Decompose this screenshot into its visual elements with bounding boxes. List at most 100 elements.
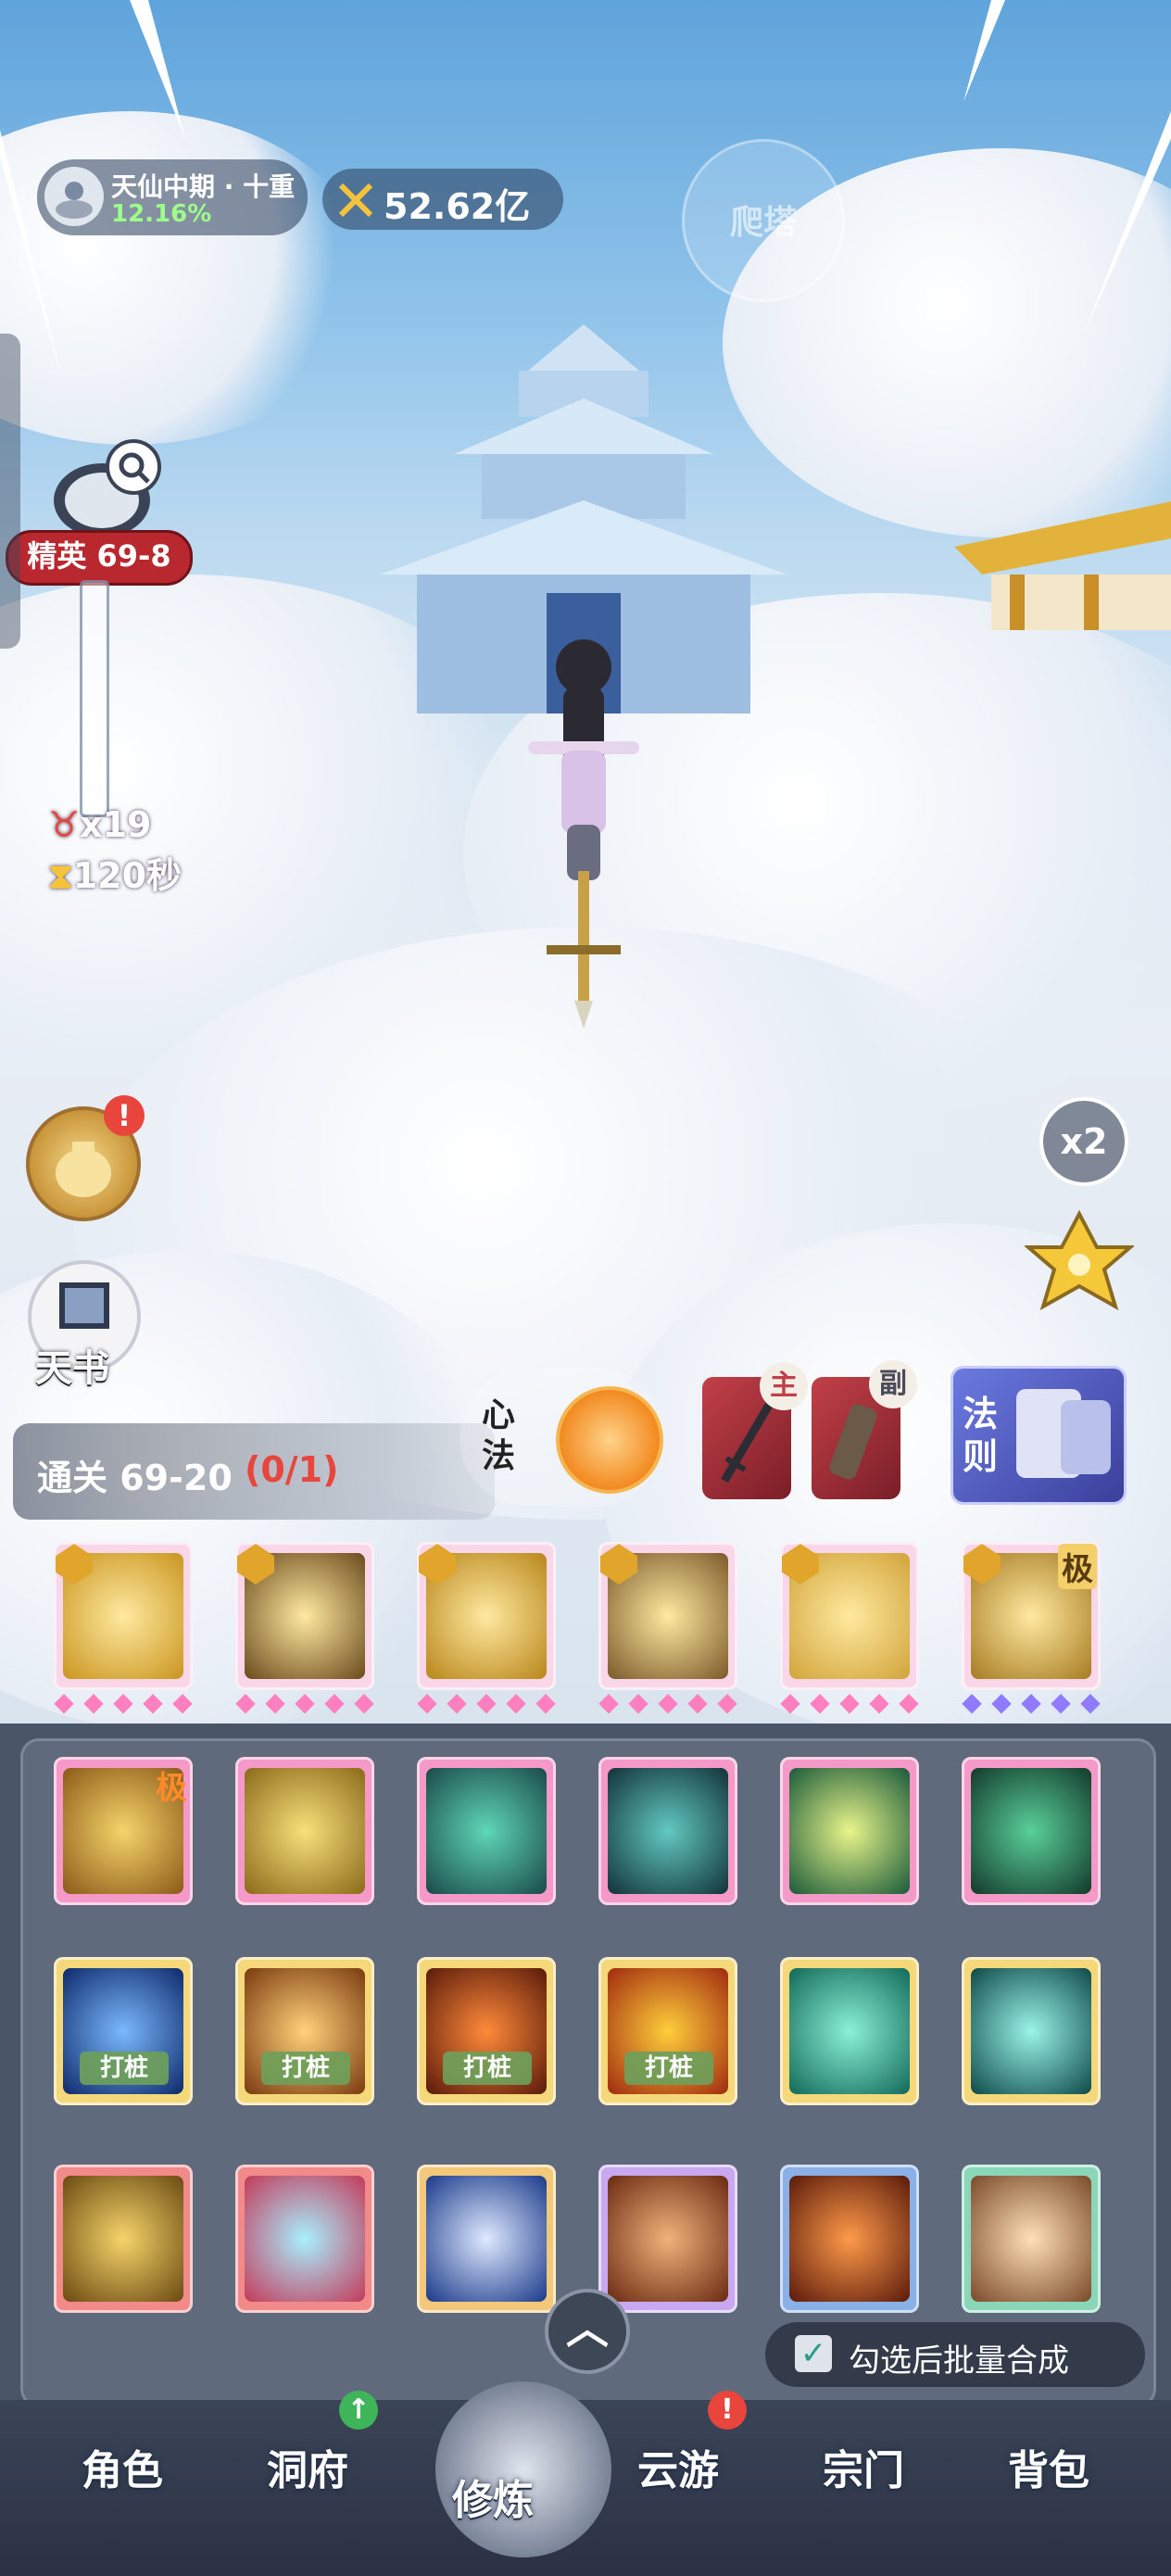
nav-sect[interactable]: 宗门 xyxy=(771,2437,956,2496)
dummy-tag: 打桩 xyxy=(80,2052,169,2085)
skill-art xyxy=(971,2176,1091,2302)
skill-card[interactable] xyxy=(962,1757,1101,1905)
star-rating: ◆ ◆ ◆ ◆ ◆ xyxy=(50,1688,208,1716)
collapse-arrow-button[interactable]: ︿ xyxy=(545,2289,630,2374)
nav-bag[interactable]: 背包 xyxy=(956,2437,1141,2496)
equipped-skill-card[interactable] xyxy=(417,1542,556,1690)
skill-card[interactable]: 打桩 xyxy=(417,1957,556,2105)
skill-card[interactable] xyxy=(598,1757,737,1905)
boss-icon xyxy=(54,439,161,537)
checkbox-checked-icon[interactable]: ✓ xyxy=(795,2335,832,2372)
equipped-skill-card[interactable]: 极 xyxy=(962,1542,1101,1690)
main-weapon-badge: 主 xyxy=(760,1362,808,1410)
diamond-star-icon: ◆ xyxy=(869,1686,889,1717)
skill-card[interactable]: 打桩 xyxy=(598,1957,737,2105)
skill-grid-row: 极 xyxy=(41,1757,1134,1933)
diamond-star-icon: ◆ xyxy=(54,1686,74,1717)
star-rating: ◆ ◆ ◆ ◆ ◆ xyxy=(595,1688,752,1716)
diamond-star-icon: ◆ xyxy=(295,1686,315,1717)
nav-travel[interactable]: 云游 xyxy=(586,2437,771,2496)
elite-boss-avatar[interactable] xyxy=(44,436,161,537)
skill-art xyxy=(608,1768,728,1894)
skill-card[interactable]: 打桩 xyxy=(235,1957,374,2105)
skill-art xyxy=(789,2176,910,2302)
stage-clear-bar: 通关 69-20 (0/1) xyxy=(13,1423,495,1520)
realm-panel[interactable]: 天仙中期 · 十重 12.16% xyxy=(37,159,308,235)
skill-art xyxy=(971,1968,1091,2094)
speed-toggle-button[interactable]: x2 xyxy=(1039,1097,1128,1186)
equipped-skill-card[interactable] xyxy=(780,1542,919,1690)
skill-art xyxy=(971,1768,1091,1894)
xinfa-panel[interactable]: 心法 xyxy=(460,1368,663,1507)
extreme-badge: 极 xyxy=(156,1770,187,1807)
skill-card[interactable] xyxy=(235,2165,374,2313)
diamond-star-icon: ◆ xyxy=(172,1686,193,1717)
clear-stage-progress: (0/1) xyxy=(245,1449,339,1490)
diamond-star-icon: ◆ xyxy=(628,1686,648,1717)
skill-art xyxy=(245,1768,365,1894)
hourglass-icon: ⧗ xyxy=(48,855,73,896)
equipped-skill-card[interactable] xyxy=(235,1542,374,1690)
equipped-skill-card[interactable] xyxy=(598,1542,737,1690)
dummy-tag: 打桩 xyxy=(624,2052,713,2085)
diamond-star-icon: ◆ xyxy=(1051,1686,1071,1717)
diamond-star-icon: ◆ xyxy=(506,1686,526,1717)
skill-art xyxy=(608,2176,728,2302)
faze-button[interactable]: 法则 xyxy=(951,1366,1127,1505)
realm-name: 天仙中期 · 十重 xyxy=(111,171,296,202)
skill-art xyxy=(426,2176,547,2302)
star-rating: ◆ ◆ ◆ ◆ ◆ xyxy=(958,1688,1115,1716)
diamond-star-icon: ◆ xyxy=(991,1686,1012,1717)
diamond-star-icon: ◆ xyxy=(113,1686,133,1717)
upgrade-arrow-badge: ↑ xyxy=(339,2391,378,2430)
clear-stage-label: 通关 69-20 xyxy=(37,1458,233,1498)
alert-badge: ! xyxy=(708,2391,747,2430)
time-left: 120秒 xyxy=(72,855,183,896)
skill-card[interactable]: 打桩 xyxy=(54,1957,193,2105)
diamond-star-icon: ◆ xyxy=(265,1686,285,1717)
diamond-star-icon: ◆ xyxy=(810,1686,830,1717)
skill-card[interactable] xyxy=(780,2165,919,2313)
equipped-skill-card[interactable] xyxy=(54,1542,193,1690)
nav-role[interactable]: 角色 xyxy=(30,2437,215,2496)
nav-cultivate[interactable]: 修炼 xyxy=(400,2467,586,2526)
side-drawer-handle[interactable] xyxy=(0,334,20,649)
tower-label: 爬塔 xyxy=(729,204,797,242)
diamond-star-icon: ◆ xyxy=(143,1686,163,1717)
diamond-star-icon: ◆ xyxy=(780,1686,800,1717)
skill-card[interactable] xyxy=(235,1757,374,1905)
diamond-star-icon: ◆ xyxy=(598,1686,619,1717)
diamond-star-icon: ◆ xyxy=(717,1686,737,1717)
realm-progress: 12.16% xyxy=(111,200,212,228)
skill-card[interactable] xyxy=(598,2165,737,2313)
tower-button[interactable]: 爬塔 xyxy=(682,139,845,302)
enemy-counter: ♉x19 xyxy=(48,804,151,845)
extreme-badge: 极 xyxy=(1058,1544,1097,1589)
skill-card[interactable] xyxy=(54,2165,193,2313)
skill-card[interactable] xyxy=(417,1757,556,1905)
skill-art xyxy=(426,1768,547,1894)
hexagram-star-icon xyxy=(1023,1209,1136,1311)
dummy-tag: 打桩 xyxy=(443,2052,532,2085)
nav-dongfu[interactable]: 洞府 xyxy=(215,2437,400,2496)
dummy-tag: 打桩 xyxy=(261,2052,350,2085)
sub-weapon-badge: 副 xyxy=(869,1360,917,1408)
skill-art xyxy=(789,1768,910,1894)
skill-card[interactable] xyxy=(417,2165,556,2313)
tianshu-label: 天书 xyxy=(35,1347,109,1390)
skill-card[interactable] xyxy=(780,1757,919,1905)
diamond-star-icon: ◆ xyxy=(658,1686,678,1717)
crossed-swords-icon xyxy=(338,183,373,218)
xinfa-orb-icon xyxy=(556,1386,663,1494)
skill-card[interactable] xyxy=(780,1957,919,2105)
skill-card[interactable] xyxy=(962,1957,1101,2105)
skill-card[interactable]: 极 xyxy=(54,1757,193,1905)
combat-power-value: 52.62亿 xyxy=(384,186,531,227)
diamond-star-icon: ◆ xyxy=(83,1686,104,1717)
xinfa-label: 心法 xyxy=(482,1396,516,1475)
skill-card[interactable] xyxy=(962,2165,1101,2313)
batch-merge-toggle[interactable]: ✓ 勾选后批量合成 xyxy=(765,2322,1145,2387)
diamond-star-icon: ◆ xyxy=(1080,1686,1101,1717)
demon-icon: ♉ xyxy=(48,804,81,845)
star-button[interactable] xyxy=(1023,1209,1136,1320)
